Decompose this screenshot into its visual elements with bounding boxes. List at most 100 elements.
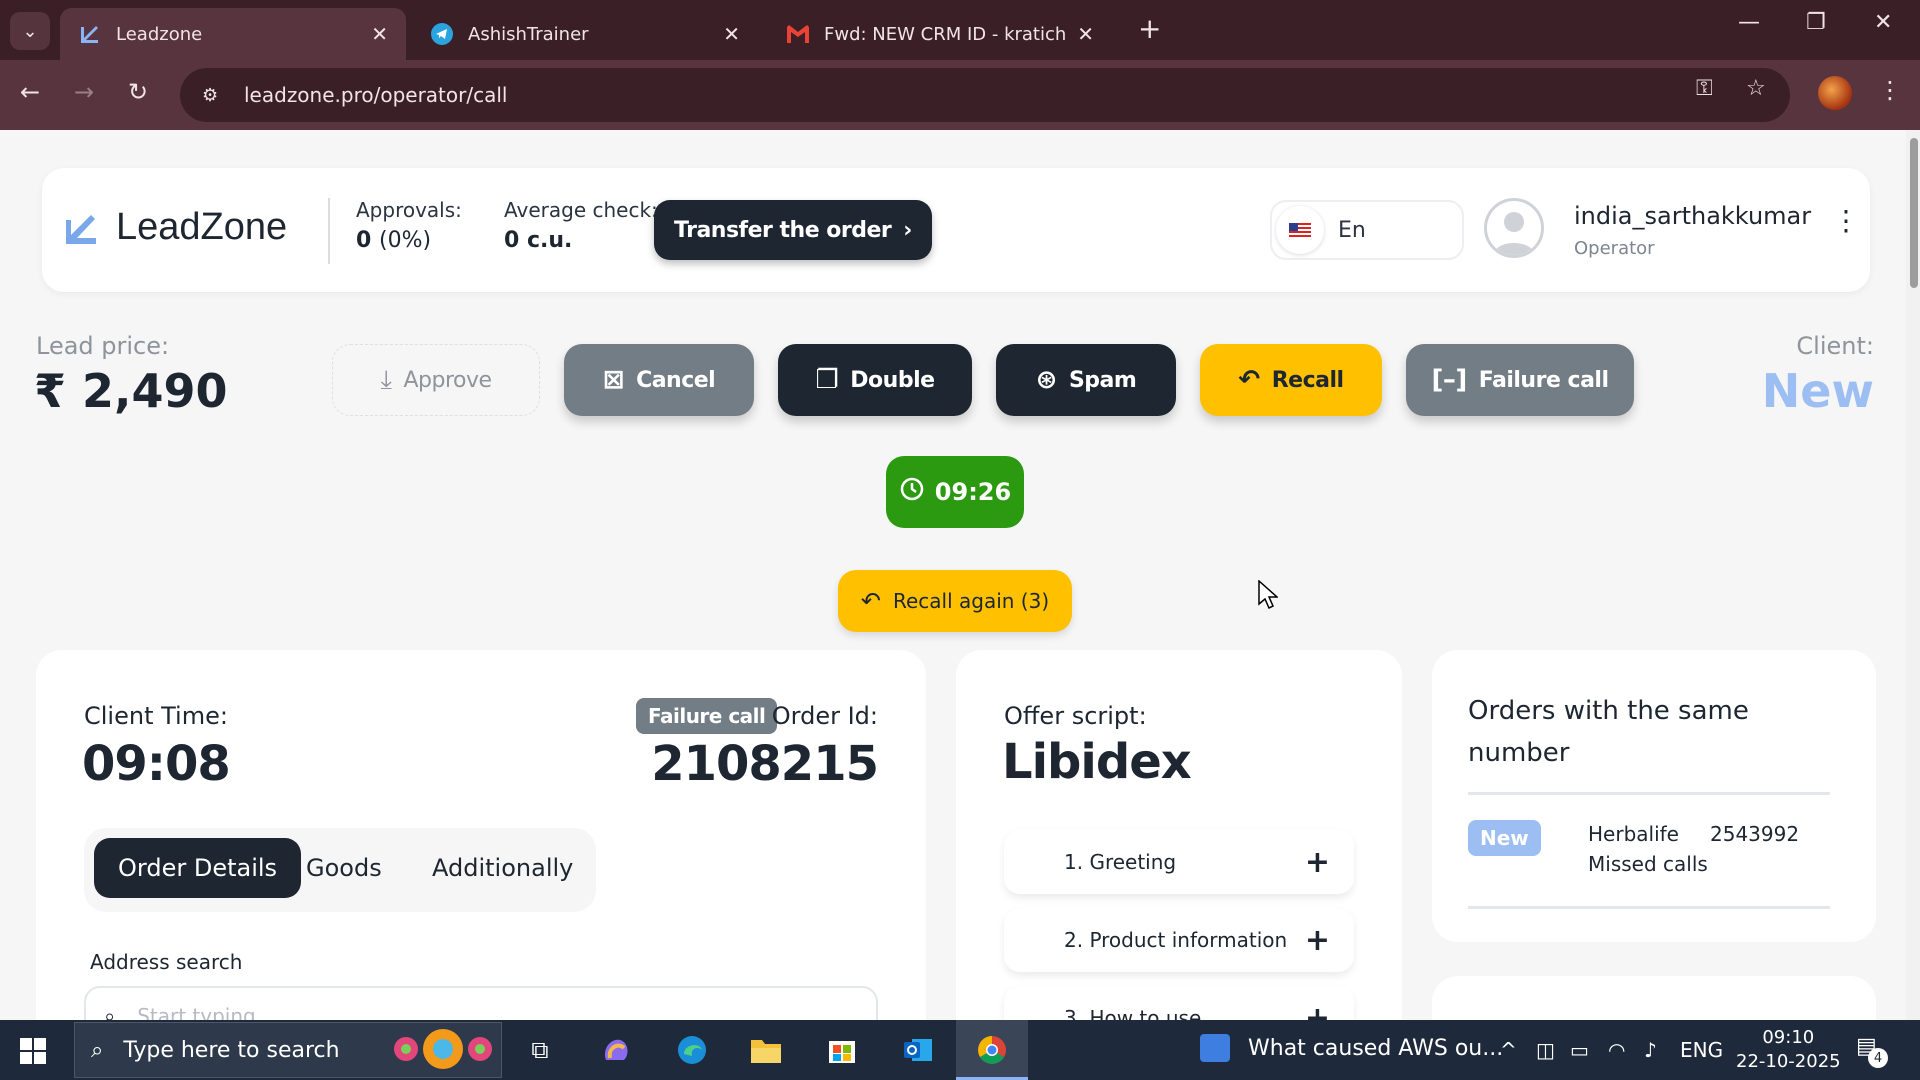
recall-button[interactable]: ↶ Recall bbox=[1200, 344, 1382, 416]
scrollbar-thumb[interactable] bbox=[1910, 138, 1918, 288]
file-explorer-icon[interactable] bbox=[748, 1032, 784, 1068]
meet-now-icon[interactable]: ◫ bbox=[1536, 1038, 1555, 1062]
input-language[interactable]: ENG bbox=[1680, 1038, 1723, 1062]
more-options-icon[interactable]: ⋮ bbox=[1832, 204, 1860, 237]
approve-button[interactable]: ⤓ Approve bbox=[332, 344, 540, 416]
back-arrow-icon[interactable]: ← bbox=[20, 78, 40, 106]
tab-ashishtrainer[interactable]: AshishTrainer ✕ bbox=[412, 8, 758, 60]
leadzone-logo-icon bbox=[66, 214, 96, 244]
tab-order-details[interactable]: Order Details bbox=[94, 838, 302, 898]
tab-goods[interactable]: Goods bbox=[306, 838, 382, 898]
language-selector[interactable]: En bbox=[1270, 200, 1464, 260]
script-section-product-info[interactable]: 2. Product information + bbox=[1004, 908, 1354, 972]
script-section-label: 2. Product information bbox=[1064, 928, 1288, 952]
address-search-input[interactable]: ⌕ Start typing bbox=[84, 986, 878, 1020]
system-clock[interactable]: 09:10 22-10-2025 bbox=[1736, 1026, 1841, 1074]
plus-icon: + bbox=[1304, 922, 1330, 958]
battery-icon[interactable]: ▭ bbox=[1570, 1038, 1589, 1062]
divider bbox=[1468, 906, 1830, 909]
double-label: Double bbox=[850, 367, 935, 393]
windows-start-icon[interactable] bbox=[20, 1038, 46, 1064]
cancel-tray-icon: ⊠ bbox=[602, 365, 625, 395]
order-call-status: Missed calls bbox=[1588, 852, 1708, 876]
bug-icon: ⊛ bbox=[1035, 365, 1058, 395]
script-section-greeting[interactable]: 1. Greeting + bbox=[1004, 830, 1354, 894]
logo[interactable]: LeadZone bbox=[64, 206, 287, 249]
order-id[interactable]: 2543992 bbox=[1710, 822, 1799, 846]
language-value: En bbox=[1338, 217, 1366, 243]
approve-label: Approve bbox=[403, 367, 492, 393]
average-check-stat: Average check: 0 c.u. bbox=[504, 198, 658, 253]
script-section-label: 1. Greeting bbox=[1064, 850, 1177, 874]
show-hidden-icons-chevron-icon[interactable]: ^ bbox=[1500, 1038, 1517, 1062]
leadzone-favicon-icon bbox=[78, 22, 102, 46]
average-check-label: Average check: bbox=[504, 198, 658, 222]
browser-toolbar: ← → ↻ ⚙ leadzone.pro/operator/call ⚿ ☆ ⋮ bbox=[0, 60, 1920, 130]
profile-avatar[interactable] bbox=[1818, 76, 1852, 110]
close-tab-icon[interactable]: ✕ bbox=[371, 22, 388, 46]
client-time-value: 09:08 bbox=[82, 736, 231, 792]
tab-gmail[interactable]: Fwd: NEW CRM ID - kratichaudha ✕ bbox=[768, 8, 1112, 60]
cancel-button[interactable]: ⊠ Cancel bbox=[564, 344, 754, 416]
recall-again-button[interactable]: ↶ Recall again (3) bbox=[838, 570, 1072, 632]
copilot-icon[interactable] bbox=[598, 1032, 634, 1068]
volume-icon[interactable]: ♪ bbox=[1644, 1038, 1657, 1062]
approvals-value: 0 (0%) bbox=[356, 228, 462, 253]
offer-script-card: Offer script: Libidex 1. Greeting + 2. P… bbox=[956, 650, 1402, 1020]
recall-again-label: Recall again (3) bbox=[892, 589, 1050, 613]
wifi-icon[interactable]: ◠ bbox=[1608, 1038, 1625, 1062]
logo-text: LeadZone bbox=[116, 206, 288, 248]
forward-arrow-icon[interactable]: → bbox=[74, 78, 94, 106]
close-window-icon[interactable]: ✕ bbox=[1874, 10, 1892, 35]
outlook-icon[interactable] bbox=[900, 1032, 936, 1068]
approvals-count: 0 bbox=[356, 228, 372, 253]
tab-leadzone[interactable]: Leadzone ✕ bbox=[60, 8, 406, 60]
task-view-icon[interactable]: ⧉ bbox=[522, 1032, 558, 1068]
site-settings-icon[interactable]: ⚙ bbox=[202, 85, 224, 106]
tab-search-chevron-icon[interactable]: ⌄ bbox=[10, 12, 50, 50]
user-role: Operator bbox=[1574, 238, 1655, 259]
reload-icon[interactable]: ↻ bbox=[128, 78, 148, 106]
transfer-order-button[interactable]: Transfer the order › bbox=[654, 200, 932, 260]
order-product[interactable]: Herbalife bbox=[1588, 822, 1679, 846]
edge-icon[interactable] bbox=[674, 1032, 710, 1068]
recall-arrow-icon: ↶ bbox=[860, 587, 881, 615]
approvals-label: Approvals: bbox=[356, 198, 462, 222]
status-badge: Failure call bbox=[636, 698, 778, 734]
password-key-icon[interactable]: ⚿ bbox=[1696, 76, 1713, 101]
lead-price-value: ₹ 2,490 bbox=[34, 364, 228, 418]
address-bar[interactable]: ⚙ leadzone.pro/operator/call bbox=[180, 68, 1790, 122]
order-card: Client Time: 09:08 Failure call Order Id… bbox=[36, 650, 926, 1020]
script-section-how-to-use[interactable]: 3. How to use + bbox=[1004, 986, 1354, 1020]
minimize-icon[interactable]: — bbox=[1738, 10, 1760, 35]
client-time-label: Client Time: bbox=[84, 702, 228, 730]
browser-menu-icon[interactable]: ⋮ bbox=[1878, 76, 1902, 104]
restore-icon[interactable]: ❐ bbox=[1806, 10, 1826, 35]
news-widget[interactable]: What caused AWS ou... bbox=[1200, 1034, 1503, 1062]
new-tab-plus-icon[interactable]: + bbox=[1138, 14, 1161, 44]
approvals-percent: (0%) bbox=[378, 228, 432, 253]
copy-icon: ❐ bbox=[815, 365, 839, 395]
average-check-value: 0 c.u. bbox=[504, 228, 573, 253]
failure-call-button[interactable]: [–] Failure call bbox=[1406, 344, 1634, 416]
double-button[interactable]: ❐ Double bbox=[778, 344, 972, 416]
spam-button[interactable]: ⊛ Spam bbox=[996, 344, 1176, 416]
windows-taskbar: ⌕ Type here to search ⧉ What caused AWS … bbox=[0, 1020, 1920, 1080]
recall-label: Recall bbox=[1271, 367, 1344, 393]
tab-title: Fwd: NEW CRM ID - kratichaudha bbox=[824, 23, 1067, 45]
user-avatar[interactable] bbox=[1484, 198, 1544, 258]
close-tab-icon[interactable]: ✕ bbox=[723, 22, 740, 46]
client-label: Client: bbox=[1796, 332, 1874, 360]
bracket-minus-icon: [–] bbox=[1431, 365, 1468, 395]
bookmark-star-icon[interactable]: ☆ bbox=[1746, 76, 1766, 101]
url-text: leadzone.pro/operator/call bbox=[244, 83, 508, 107]
chrome-icon[interactable] bbox=[974, 1032, 1010, 1068]
divider bbox=[1468, 792, 1830, 795]
header-card: LeadZone Approvals: 0 (0%) Average check… bbox=[42, 168, 1870, 292]
page-content: LeadZone Approvals: 0 (0%) Average check… bbox=[0, 130, 1920, 1020]
download-icon: ⤓ bbox=[380, 364, 392, 395]
microsoft-store-icon[interactable] bbox=[824, 1032, 860, 1068]
close-tab-icon[interactable]: ✕ bbox=[1077, 22, 1094, 46]
tab-additionally[interactable]: Additionally bbox=[432, 838, 573, 898]
news-headline: What caused AWS ou... bbox=[1248, 1035, 1504, 1061]
